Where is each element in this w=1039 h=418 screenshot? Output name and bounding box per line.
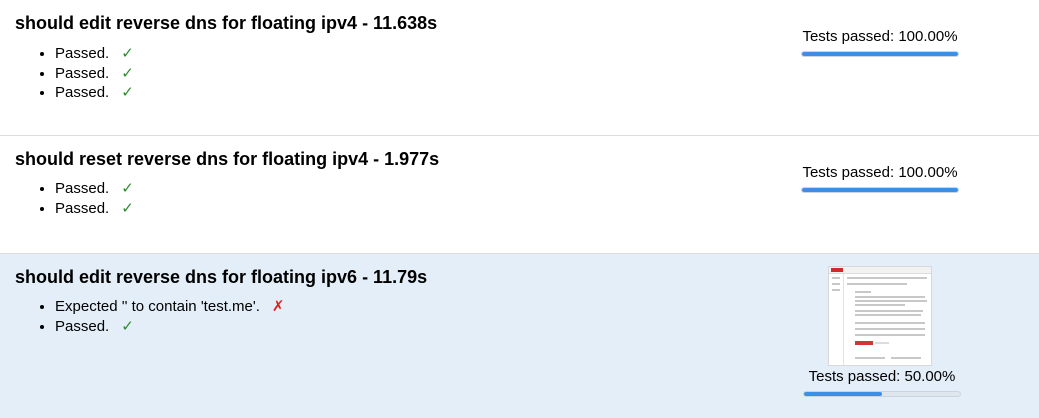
test-title: should edit reverse dns for floating ipv… [15, 13, 438, 33]
thumbnail-line [855, 334, 925, 336]
result-text: Passed. [55, 84, 110, 101]
thumbnail-line [847, 277, 927, 279]
progress-fill [804, 392, 882, 396]
test-case-failed: should edit reverse dns for floating ipv… [0, 254, 1039, 418]
thumbnail-button [855, 341, 873, 345]
thumbnail-line [832, 283, 840, 285]
check-icon: ✓ [121, 64, 134, 82]
progress-fill [802, 52, 958, 56]
test-title: should reset reverse dns for floating ip… [15, 149, 440, 169]
result-item: Passed. ✓ [55, 179, 134, 199]
result-item: Passed. ✓ [55, 83, 134, 103]
check-icon: ✓ [121, 84, 134, 101]
thumbnail-line [855, 310, 923, 312]
thumbnail-header [829, 267, 931, 274]
result-text: Passed. [55, 64, 110, 82]
result-item: Passed. ✓ [55, 64, 134, 84]
tests-passed-label: Tests passed: 100.00% [802, 28, 958, 45]
progress-fill [802, 188, 958, 192]
thumbnail-line [875, 342, 889, 344]
thumbnail-line [855, 300, 927, 302]
thumbnail-line [855, 314, 921, 316]
cross-icon: ✗ [271, 298, 285, 315]
progress-bar [801, 51, 959, 57]
progress-bar [801, 187, 959, 193]
result-list: Expected '' to contain 'test.me'. ✗ Passe… [15, 297, 284, 336]
thumbnail-line [855, 322, 925, 324]
thumbnail-line [832, 289, 840, 291]
result-list: Passed. ✓ Passed. ✓ [15, 179, 134, 218]
thumbnail-sidebar [829, 274, 844, 365]
test-summary: Tests passed: 100.00% [797, 28, 963, 57]
progress-bar [803, 391, 961, 397]
thumbnail-line [855, 304, 905, 306]
tests-passed-label: Tests passed: 100.00% [802, 164, 958, 181]
check-icon: ✓ [121, 180, 134, 197]
check-icon: ✓ [121, 45, 134, 62]
test-title: should edit reverse dns for floating ipv… [15, 267, 428, 287]
test-summary: Tests passed: 50.00% [799, 368, 965, 397]
tests-passed-label: Tests passed: 50.00% [808, 368, 956, 385]
thumbnail-line [891, 357, 921, 359]
result-text: Passed. [55, 180, 110, 197]
check-icon: ✓ [121, 317, 134, 335]
result-list: Passed. ✓ Passed. ✓ Passed. ✓ [15, 44, 134, 103]
result-text: Expected '' to contain 'test.me'. [55, 298, 260, 315]
result-item: Passed. ✓ [55, 317, 284, 337]
result-text: Passed. [55, 45, 110, 62]
test-summary: Tests passed: 100.00% [797, 164, 963, 193]
thumbnail-logo [831, 268, 843, 272]
thumbnail-line [855, 291, 871, 293]
test-case: should reset reverse dns for floating ip… [0, 136, 1039, 254]
result-item: Expected '' to contain 'test.me'. ✗ [55, 297, 284, 317]
check-icon: ✓ [121, 199, 134, 217]
thumbnail-line [855, 328, 925, 330]
result-text: Passed. [55, 317, 110, 335]
failure-screenshot-thumbnail[interactable] [828, 266, 932, 366]
result-item: Passed. ✓ [55, 199, 134, 219]
result-text: Passed. [55, 199, 110, 217]
thumbnail-line [847, 283, 907, 285]
thumbnail-line [832, 277, 840, 279]
thumbnail-line [855, 296, 925, 298]
test-case: should edit reverse dns for floating ipv… [0, 0, 1039, 136]
thumbnail-line [855, 357, 885, 359]
result-item: Passed. ✓ [55, 44, 134, 64]
